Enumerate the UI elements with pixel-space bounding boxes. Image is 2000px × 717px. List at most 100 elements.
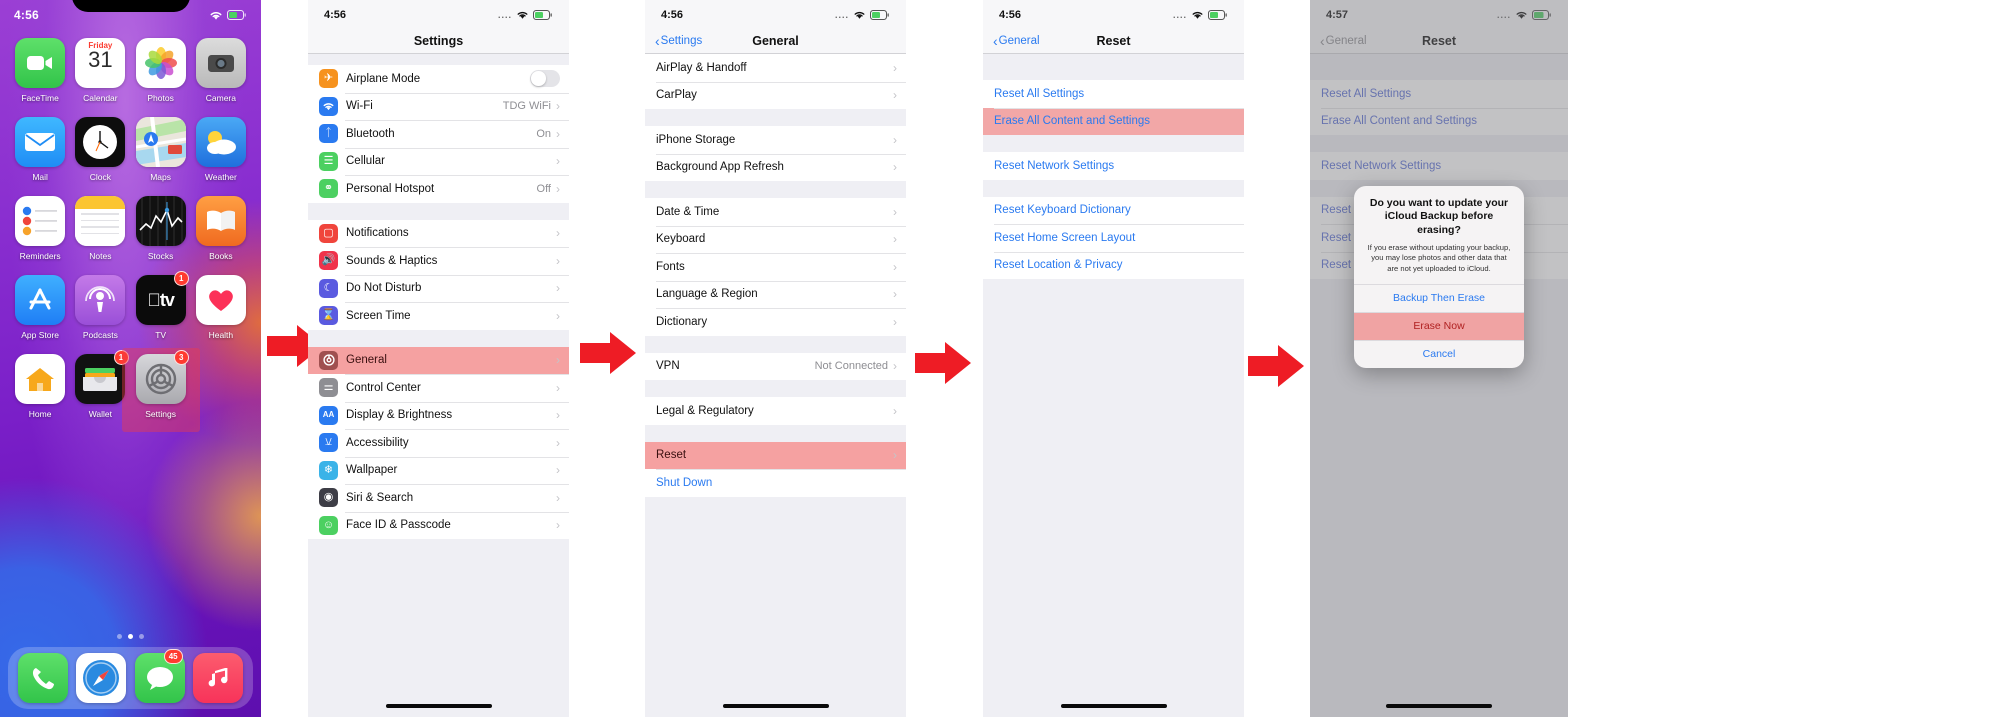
- row-dictionary[interactable]: Dictionary ›: [645, 308, 906, 336]
- app-label: App Store: [21, 330, 60, 340]
- alert-title: Do you want to update your iCloud Backup…: [1369, 197, 1509, 236]
- app-maps[interactable]: Maps: [131, 117, 191, 182]
- row-wallpaper[interactable]: ❄ Wallpaper ›: [308, 456, 569, 484]
- row-screen-time[interactable]: ⌛ Screen Time ›: [308, 302, 569, 330]
- row-siri-search[interactable]: ◉ Siri & Search ›: [308, 484, 569, 512]
- weather-icon: [195, 117, 246, 167]
- row-cellular[interactable]: ☰ Cellular ›: [308, 147, 569, 175]
- wifi-icon: [854, 11, 865, 19]
- row-shut-down[interactable]: Shut Down: [645, 469, 906, 497]
- row-notifications[interactable]: ▢ Notifications ›: [308, 219, 569, 247]
- app-clock[interactable]: Clock: [70, 117, 130, 182]
- row-reset-network-settings[interactable]: Reset Network Settings: [983, 152, 1244, 180]
- erase-now-button[interactable]: Erase Now: [1354, 311, 1524, 340]
- app-reminders[interactable]: Reminders: [10, 196, 70, 261]
- app-books[interactable]: Books: [191, 196, 251, 261]
- chevron-right-icon: ›: [556, 435, 560, 450]
- group-locale: Date & Time › Keyboard › Fonts › Languag…: [645, 198, 906, 336]
- row-background-app-refresh[interactable]: Background App Refresh ›: [645, 153, 906, 181]
- row-reset-all-settings[interactable]: Reset All Settings: [983, 80, 1244, 108]
- dock: 45: [8, 647, 253, 709]
- back-button[interactable]: ‹ General: [993, 34, 1040, 48]
- app-home[interactable]: Home: [10, 354, 70, 419]
- row-legal-regulatory[interactable]: Legal & Regulatory ›: [645, 397, 906, 425]
- app-weather[interactable]: Weather: [191, 117, 251, 182]
- row-vpn[interactable]: VPN Not Connected ›: [645, 352, 906, 380]
- row-sounds-haptics[interactable]: 🔊 Sounds & Haptics ›: [308, 247, 569, 275]
- chevron-right-icon: ›: [556, 463, 560, 478]
- chevron-right-icon: ›: [556, 181, 560, 196]
- row-reset-location-privacy[interactable]: Reset Location & Privacy: [983, 251, 1244, 279]
- reset-list[interactable]: Reset All Settings Erase All Content and…: [983, 54, 1244, 717]
- mail-icon: [15, 117, 66, 167]
- app-photos[interactable]: Photos: [131, 38, 191, 103]
- row-carplay[interactable]: CarPlay ›: [645, 81, 906, 109]
- status-bar: 4:56 ....: [983, 0, 1244, 29]
- wifi-icon: [517, 11, 528, 19]
- row-personal-hotspot[interactable]: ⚭ Personal Hotspot Off ›: [308, 175, 569, 203]
- app-calendar[interactable]: Friday 31 Calendar: [70, 38, 130, 103]
- row-accessibility[interactable]: ⚺ Accessibility ›: [308, 429, 569, 457]
- row-value: Off: [536, 182, 551, 195]
- app-health[interactable]: Health: [191, 275, 251, 340]
- row-value: TDG WiFi: [502, 100, 551, 113]
- row-label: Display & Brightness: [346, 409, 453, 422]
- row-iphone-storage[interactable]: iPhone Storage ›: [645, 126, 906, 154]
- back-button[interactable]: ‹ Settings: [655, 34, 702, 48]
- dock-app-messages[interactable]: 45: [134, 649, 185, 703]
- app-settings[interactable]: 3 Settings: [121, 348, 200, 432]
- app-notes[interactable]: Notes: [70, 196, 130, 261]
- display-icon: AA: [319, 405, 338, 425]
- row-airplay-handoff[interactable]: AirPlay & Handoff ›: [645, 54, 906, 82]
- row-reset-keyboard-dictionary[interactable]: Reset Keyboard Dictionary: [983, 196, 1244, 224]
- row-control-center[interactable]: ⚌ Control Center ›: [308, 374, 569, 402]
- app-facetime[interactable]: FaceTime: [10, 38, 70, 103]
- row-label: Reset All Settings: [994, 87, 1085, 100]
- page-title: Settings: [413, 34, 464, 48]
- row-bluetooth[interactable]: ᛏ Bluetooth On ›: [308, 120, 569, 148]
- app-podcasts[interactable]: Podcasts: [70, 275, 130, 340]
- cancel-button[interactable]: Cancel: [1354, 339, 1524, 368]
- page-dots[interactable]: [0, 634, 261, 639]
- row-label: Reset: [656, 449, 687, 462]
- row-general[interactable]: General ›: [308, 346, 569, 374]
- row-erase-all-content[interactable]: Erase All Content and Settings: [983, 107, 1244, 135]
- row-fonts[interactable]: Fonts ›: [645, 253, 906, 281]
- app-label: Photos: [147, 93, 174, 103]
- phone-icon: [18, 653, 69, 703]
- app-label: Clock: [89, 172, 111, 182]
- row-label: iPhone Storage: [656, 133, 736, 146]
- back-label: General: [998, 35, 1040, 47]
- row-keyboard[interactable]: Keyboard ›: [645, 225, 906, 253]
- chevron-right-icon: ›: [556, 353, 560, 368]
- settings-list[interactable]: ✈ Airplane Mode Wi-Fi TDG WiFi › ᛏ Bluet…: [308, 54, 569, 717]
- row-label: Control Center: [346, 381, 421, 394]
- chevron-right-icon: ›: [893, 60, 897, 75]
- app-tv[interactable]: tv 1 TV: [131, 271, 191, 340]
- row-do-not-disturb[interactable]: ☾ Do Not Disturb ›: [308, 274, 569, 302]
- row-date-time[interactable]: Date & Time ›: [645, 198, 906, 226]
- dock-app-safari[interactable]: [76, 653, 127, 703]
- app-stocks[interactable]: Stocks: [131, 196, 191, 261]
- app-mail[interactable]: Mail: [10, 117, 70, 182]
- dock-app-music[interactable]: [192, 653, 243, 703]
- badge: 45: [163, 649, 183, 664]
- app-appstore[interactable]: App Store: [10, 275, 70, 340]
- row-airplane-mode[interactable]: ✈ Airplane Mode: [308, 65, 569, 93]
- chevron-right-icon: ›: [556, 518, 560, 533]
- row-reset-home-screen-layout[interactable]: Reset Home Screen Layout: [983, 224, 1244, 252]
- airplane-toggle[interactable]: [530, 70, 560, 88]
- row-display-brightness[interactable]: AA Display & Brightness ›: [308, 401, 569, 429]
- row-wifi[interactable]: Wi-Fi TDG WiFi ›: [308, 92, 569, 120]
- app-camera[interactable]: Camera: [191, 38, 251, 103]
- general-list[interactable]: AirPlay & Handoff › CarPlay › iPhone Sto…: [645, 54, 906, 717]
- dock-app-phone[interactable]: [18, 653, 69, 703]
- row-faceid-passcode[interactable]: ☺ Face ID & Passcode ›: [308, 511, 569, 539]
- row-language-region[interactable]: Language & Region ›: [645, 280, 906, 308]
- notifications-icon: ▢: [319, 223, 338, 243]
- settings-screen: 4:56 .... Settings ✈ Airplane Mode Wi-Fi…: [308, 0, 569, 717]
- row-reset[interactable]: Reset ›: [645, 441, 906, 469]
- group-reset: Reset › Shut Down: [645, 441, 906, 497]
- backup-then-erase-button[interactable]: Backup Then Erase: [1354, 283, 1524, 312]
- row-label: AirPlay & Handoff: [656, 61, 747, 74]
